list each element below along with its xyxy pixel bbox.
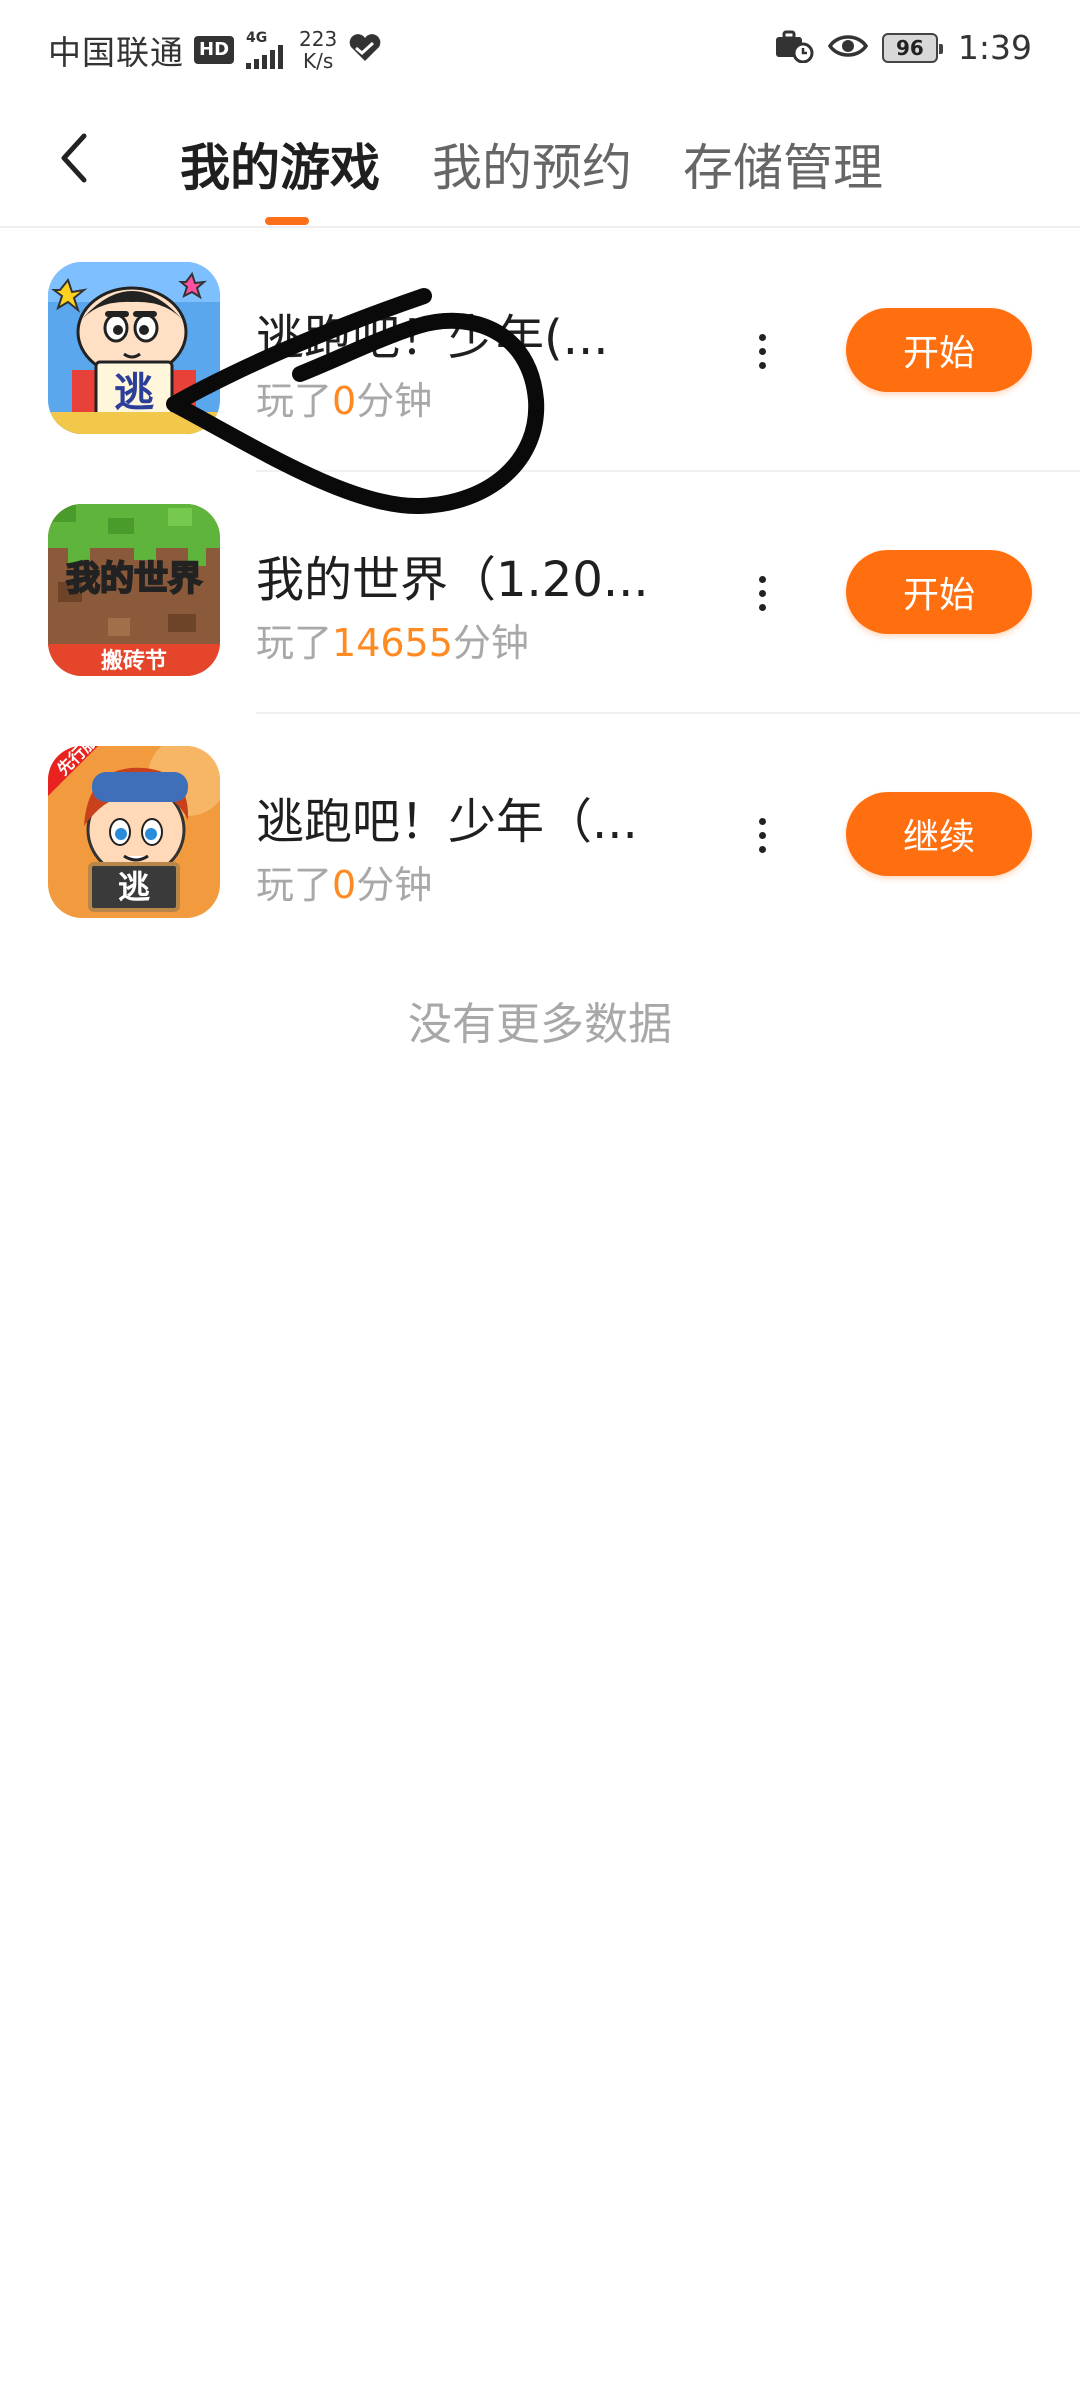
play-time-minutes: 0 [332, 379, 357, 423]
play-time-suffix: 分钟 [452, 621, 529, 665]
play-time-suffix: 分钟 [356, 379, 433, 423]
tab-my-games[interactable]: 我的游戏 [180, 128, 380, 200]
play-time-prefix: 玩了 [256, 379, 333, 423]
play-time: 玩了0分钟 [256, 854, 432, 909]
continue-button[interactable]: 继续 [846, 792, 1032, 876]
game-title[interactable]: 我的世界（1.20... [256, 540, 649, 610]
escape-boy-icon[interactable]: 先行服 逃 [48, 746, 220, 918]
hd-badge: HD [194, 36, 235, 64]
start-button[interactable]: 开始 [846, 550, 1032, 634]
minecraft-icon[interactable]: 我的世界 搬砖节 [48, 504, 220, 676]
bag-alarm-icon [774, 29, 814, 67]
carrier-name: 中国联通 [48, 33, 184, 72]
more-options-button[interactable] [742, 558, 782, 628]
tab-storage-management[interactable]: 存储管理 [683, 128, 883, 200]
crayon-shin-chan-escape-icon[interactable]: 逃 [48, 262, 220, 434]
status-bar: 中国联通 HD 4G 223 K/s 96 1:39 [0, 0, 1080, 100]
clock: 1:39 [957, 28, 1032, 67]
tab-my-reservations[interactable]: 我的预约 [432, 128, 632, 200]
battery-icon: 96 [881, 32, 943, 63]
minecraft-event-text: 搬砖节 [101, 648, 167, 674]
more-options-button[interactable] [742, 800, 782, 870]
chevron-left-icon [61, 133, 87, 183]
play-time-prefix: 玩了 [256, 863, 333, 907]
start-button[interactable]: 开始 [846, 308, 1032, 392]
tab-header: 我的游戏 我的预约 存储管理 [0, 100, 1080, 228]
play-time: 玩了14655分钟 [256, 612, 529, 667]
play-time-minutes: 0 [332, 863, 357, 907]
no-more-data-label: 没有更多数据 [408, 999, 672, 1050]
game-list: 逃 逃跑吧！少年(... 玩了0分钟 开始 我的世界 搬砖节 我的世界（1.20… [0, 230, 1080, 956]
svg-text:逃: 逃 [114, 370, 154, 416]
back-button[interactable] [48, 128, 98, 188]
game-title[interactable]: 逃跑吧！少年(... [256, 298, 609, 368]
network-type: 4G [246, 30, 268, 46]
play-time: 玩了0分钟 [256, 370, 432, 425]
list-item[interactable]: 逃 逃跑吧！少年(... 玩了0分钟 开始 [0, 230, 1080, 472]
list-item[interactable]: 我的世界 搬砖节 我的世界（1.20... 玩了14655分钟 开始 [0, 472, 1080, 714]
tab-active-indicator [265, 217, 309, 225]
battery-level: 96 [895, 35, 924, 60]
more-options-button[interactable] [742, 316, 782, 386]
play-time-suffix: 分钟 [356, 863, 433, 907]
play-time-prefix: 玩了 [256, 621, 333, 665]
speed-value: 223 [299, 27, 338, 51]
eye-icon [827, 32, 868, 64]
icon-sign-text: 逃 [118, 868, 150, 906]
minecraft-logo-text: 我的世界 [66, 559, 202, 599]
play-time-minutes: 14655 [332, 621, 453, 665]
game-title[interactable]: 逃跑吧！少年（... [256, 782, 638, 852]
heart-check-icon [347, 33, 383, 67]
network-speed: 223 K/s [299, 28, 337, 72]
signal-icon: 4G [246, 30, 284, 69]
speed-unit: K/s [302, 49, 334, 73]
list-item[interactable]: 先行服 逃 逃跑吧！少年（... 玩了0分钟 继续 [0, 714, 1080, 956]
